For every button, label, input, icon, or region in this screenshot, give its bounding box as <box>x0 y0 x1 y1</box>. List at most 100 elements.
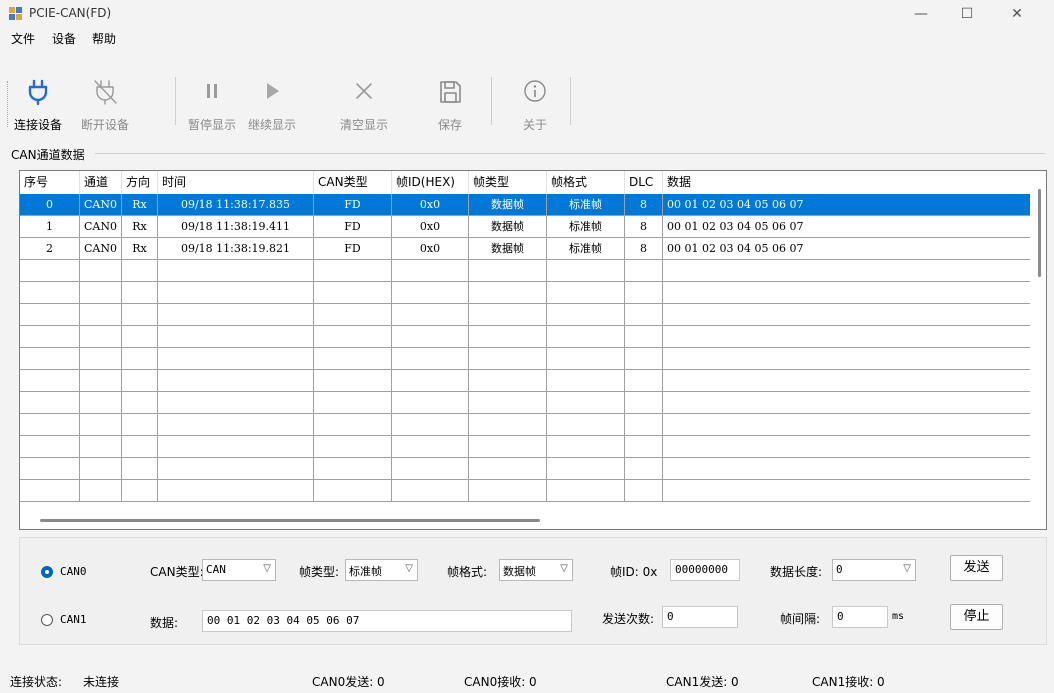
cell-time <box>158 348 314 369</box>
chevron-down-icon: ▽ <box>903 563 911 574</box>
maximize-button[interactable]: ☐ <box>944 2 990 26</box>
cell-can-type <box>314 282 392 303</box>
data-input[interactable]: 00 01 02 03 04 05 06 07 <box>202 610 572 632</box>
col-header-frame-id[interactable]: 帧ID(HEX) <box>392 171 469 194</box>
table-row[interactable]: 1 CAN0 Rx 09/18 11:38:19.411 FD 0x0 数据帧 标准帧 8 00 … <box>20 216 1030 238</box>
interval-input[interactable]: 0 <box>832 606 888 628</box>
cell-frame-id: 0x0 <box>392 238 469 259</box>
close-button[interactable]: ✕ <box>994 2 1040 26</box>
cell-can-type: FD <box>314 216 392 237</box>
send-button[interactable]: 发送 <box>950 555 1003 581</box>
cell-dlc <box>625 480 663 501</box>
cell-can-type <box>314 458 392 479</box>
menu-help[interactable]: 帮助 <box>92 30 116 47</box>
empty-table-row[interactable] <box>20 348 1030 370</box>
cell-data <box>663 414 1030 435</box>
data-length-select[interactable]: 0 ▽ <box>832 559 916 581</box>
save-label: 保存 <box>437 118 462 132</box>
grid-body: 0 CAN0 Rx 09/18 11:38:17.835 FD 0x0 数据帧 标准帧 8 00 … <box>20 194 1030 502</box>
about-button[interactable]: 关于 <box>505 76 565 132</box>
disconnect-device-button[interactable]: 断开设备 <box>75 76 135 132</box>
col-header-time[interactable]: 时间 <box>158 171 314 194</box>
col-header-direction[interactable]: 方向 <box>122 171 158 194</box>
col-header-dlc[interactable]: DLC <box>625 171 663 194</box>
can-type-select[interactable]: CAN ▽ <box>202 559 276 581</box>
empty-table-row[interactable] <box>20 436 1030 458</box>
stop-button[interactable]: 停止 <box>950 604 1003 630</box>
cell-direction <box>122 370 158 391</box>
send-count-input[interactable]: 0 <box>662 606 738 628</box>
empty-table-row[interactable] <box>20 326 1030 348</box>
cell-index <box>20 326 80 347</box>
pause-display-button[interactable]: 暂停显示 <box>182 76 242 132</box>
table-row[interactable]: 2 CAN0 Rx 09/18 11:38:19.821 FD 0x0 数据帧 标准帧 8 00 … <box>20 238 1030 260</box>
col-header-can-type[interactable]: CAN类型 <box>314 171 392 194</box>
send-panel: CAN0 CAN类型: CAN ▽ 帧类型: 标准帧 ▽ 帧格式: 数据帧 ▽ … <box>19 537 1047 645</box>
horizontal-scrollbar[interactable] <box>20 513 1030 529</box>
col-header-data[interactable]: 数据 <box>663 171 1030 194</box>
empty-table-row[interactable] <box>20 480 1030 502</box>
cell-index <box>20 282 80 303</box>
cell-frame-format <box>547 304 625 325</box>
can-channel-data-group-label: CAN通道数据 <box>11 148 85 162</box>
cell-frame-id: 0x0 <box>392 194 469 215</box>
empty-table-row[interactable] <box>20 304 1030 326</box>
cell-frame-type <box>469 414 547 435</box>
frame-type-select[interactable]: 标准帧 ▽ <box>345 559 418 581</box>
empty-table-row[interactable] <box>20 392 1030 414</box>
cell-index <box>20 370 80 391</box>
table-row[interactable]: 0 CAN0 Rx 09/18 11:38:17.835 FD 0x0 数据帧 标准帧 8 00 … <box>20 194 1030 216</box>
cell-dlc: 8 <box>625 216 663 237</box>
resume-display-label: 继续显示 <box>247 118 296 132</box>
cell-frame-id <box>392 392 469 413</box>
save-icon <box>440 81 461 103</box>
cell-direction: Rx <box>122 216 158 237</box>
empty-table-row[interactable] <box>20 370 1030 392</box>
connect-device-button[interactable]: 连接设备 <box>8 76 68 132</box>
can1-radio-label[interactable]: CAN1 <box>60 613 87 626</box>
cell-index <box>20 304 80 325</box>
frame-id-input[interactable]: 00000000 <box>670 559 740 581</box>
can0-radio-label[interactable]: CAN0 <box>60 565 87 578</box>
menu-device[interactable]: 设备 <box>52 30 76 47</box>
cell-direction <box>122 480 158 501</box>
cell-frame-format <box>547 282 625 303</box>
chevron-down-icon: ▽ <box>560 563 568 574</box>
cell-index <box>20 480 80 501</box>
cell-can-type <box>314 392 392 413</box>
vertical-scroll-thumb[interactable] <box>1038 189 1041 277</box>
col-header-frame-type[interactable]: 帧类型 <box>469 171 547 194</box>
clear-display-button[interactable]: 清空显示 <box>334 76 394 132</box>
minimize-button[interactable]: — <box>898 2 944 26</box>
cell-frame-type <box>469 392 547 413</box>
col-header-channel[interactable]: 通道 <box>80 171 122 194</box>
resume-display-button[interactable]: 继续显示 <box>242 76 302 132</box>
cell-data <box>663 282 1030 303</box>
cell-frame-id: 0x0 <box>392 216 469 237</box>
cell-channel <box>80 326 122 347</box>
cell-frame-type: 数据帧 <box>469 194 547 215</box>
menu-file[interactable]: 文件 <box>11 30 35 47</box>
empty-table-row[interactable] <box>20 458 1030 480</box>
empty-table-row[interactable] <box>20 414 1030 436</box>
col-header-frame-format[interactable]: 帧格式 <box>547 171 625 194</box>
col-header-index[interactable]: 序号 <box>20 171 80 194</box>
cell-frame-id <box>392 414 469 435</box>
empty-table-row[interactable] <box>20 282 1030 304</box>
toolbar-separator <box>175 77 176 125</box>
cell-direction: Rx <box>122 238 158 259</box>
can1-radio[interactable] <box>41 614 53 626</box>
vertical-scrollbar[interactable] <box>1032 171 1046 511</box>
save-button[interactable]: 保存 <box>420 76 480 132</box>
frame-format-select[interactable]: 数据帧 ▽ <box>499 559 573 581</box>
cell-frame-format <box>547 436 625 457</box>
can0-radio[interactable] <box>41 566 53 578</box>
plug-icon <box>28 79 48 106</box>
horizontal-scroll-thumb[interactable] <box>40 519 540 522</box>
can-data-grid[interactable]: 序号 通道 方向 时间 CAN类型 帧ID(HEX) 帧类型 帧格式 DLC 数… <box>19 170 1047 530</box>
empty-table-row[interactable] <box>20 260 1030 282</box>
cell-index: 0 <box>20 194 80 215</box>
connect-device-label: 连接设备 <box>13 118 62 132</box>
cell-can-type <box>314 304 392 325</box>
cell-data <box>663 370 1030 391</box>
